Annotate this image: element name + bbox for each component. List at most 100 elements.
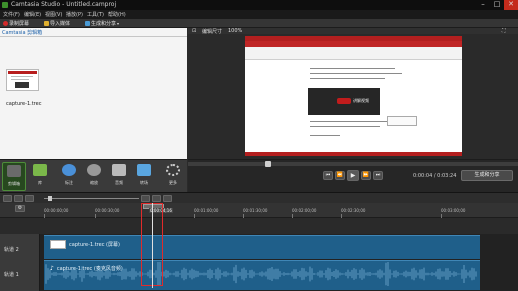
produce-share-button[interactable]: 生成和分享 ▾ [85,20,119,27]
timeline-zoom-slider[interactable] [44,196,139,201]
speaker-icon [112,164,126,176]
split-icon[interactable] [163,195,172,202]
share-icon [85,21,90,26]
tool-label: 剪辑箱 [8,181,20,186]
tool-zoom[interactable]: 缩放 [82,162,106,191]
tool-audio[interactable]: 音频 [107,162,131,191]
ruler-mark [44,214,45,218]
ruler-tick: 00:03:00;00 [441,208,466,213]
zoom-slider-handle[interactable] [48,196,52,201]
next-clip-button[interactable]: ⏭ [373,171,383,180]
timeline-toolbar [0,192,518,203]
ruler-tick: 00:01:30;00 [243,208,268,213]
doc-text-line [310,135,340,136]
menu-edit[interactable]: 编辑(E) [24,11,41,18]
record-screen-button[interactable]: 录制屏幕 [3,20,29,27]
ruler-mark [243,214,244,218]
clip-bin-header: Camtasia 剪辑箱 [2,30,43,36]
doc-embedded-video: 讲解视频 [308,88,380,115]
playhead-line[interactable] [152,203,153,288]
more-icon [166,164,180,176]
close-button[interactable]: ✕ [504,0,518,10]
thumb-ribbon [8,71,37,74]
doc-text-line [310,78,385,79]
menu-tools[interactable]: 工具(T) [87,11,104,18]
ruler-tick: 00:00:00;00 [44,208,69,213]
playback-time: 0:00:04 / 0:03:24 [413,173,457,179]
ruler-mark [441,214,442,218]
zoom-level[interactable]: 100% [228,28,242,34]
paste-icon[interactable] [152,195,161,202]
ruler-mark [95,214,96,218]
menu-file[interactable]: 文件(F) [3,11,20,18]
undo-icon[interactable] [3,195,12,202]
edit-dimensions-button[interactable]: 编辑尺寸 [202,28,222,35]
ruler-tick: 00:01:00;00 [194,208,219,213]
crop-icon[interactable]: ⊡ [192,28,196,34]
track-name: 轨道 1 [4,272,19,278]
scrubber-handle[interactable] [265,161,271,167]
main-toolbar: 录制屏幕 导入媒体 生成和分享 ▾ [0,19,518,28]
tool-label: 转场 [140,180,148,185]
tool-transitions[interactable]: 转场 [132,162,156,191]
produce-and-share-button[interactable]: 生成和分享 [461,170,513,181]
clip-thumbnail[interactable] [6,69,39,91]
thumb-video-block [15,82,29,88]
preview-scrubber[interactable] [188,161,518,167]
fast-forward-button[interactable]: ⏩ [361,171,371,180]
clip-name[interactable]: capture-1.trec [6,101,41,107]
cut-icon[interactable] [25,195,34,202]
tool-label: 标注 [65,180,73,185]
callout-icon [62,164,76,176]
tool-library[interactable]: 库 [28,162,52,191]
menu-bar: 文件(F) 编辑(E) 视图(V) 播放(P) 工具(T) 帮助(H) [0,10,518,19]
preview-panel: ⊡ 编辑尺寸 100% ⛶ 讲解视频 [188,28,518,159]
doc-text-line [310,73,402,74]
tool-label: 缩放 [90,180,98,185]
tool-label: 库 [38,180,42,185]
redo-icon[interactable] [14,195,23,202]
divider [0,36,187,37]
previous-clip-button[interactable]: ⏮ [323,171,333,180]
thumb-text-line [11,79,29,80]
doc-floating-toolbar [387,116,417,126]
produce-share-label: 生成和分享 [91,21,117,27]
rewind-button[interactable]: ⏪ [335,171,345,180]
film-icon [7,165,21,177]
doc-text-line [310,68,395,69]
player-controls: ⏮ ⏪ ▶ ⏩ ⏭ 0:00:04 / 0:03:24 生成和分享 [188,159,518,192]
track-header[interactable]: 轨道 1 [0,259,40,291]
minimize-button[interactable]: – [476,0,490,10]
play-button[interactable]: ▶ [347,170,359,181]
copy-icon[interactable] [141,195,150,202]
record-screen-label: 录制屏幕 [9,21,30,27]
tool-callouts[interactable]: 标注 [57,162,81,191]
folder-icon [44,21,49,26]
tool-more[interactable]: 更多 [161,162,185,191]
thumb-text-line [11,76,33,77]
audio-waveform [45,262,477,286]
tool-label: 音频 [115,180,123,185]
ruler-tick: 00:02:30;00 [341,208,366,213]
ruler-tick: 00:00:30;00 [95,208,120,213]
tool-clip-bin[interactable]: 剪辑箱 [2,162,26,191]
fullscreen-icon[interactable]: ⛶ [502,28,506,34]
menu-view[interactable]: 视图(V) [45,11,62,18]
menu-play[interactable]: 播放(P) [66,11,83,18]
maximize-button[interactable]: □ [490,0,504,10]
gear-icon[interactable]: ⚙ [15,205,25,212]
tool-label: 更多 [169,180,177,185]
timeline-ruler[interactable]: ⚙ 00:00:00;00 00:00:30;00 00:01:00;00 00… [0,203,518,218]
video-label: 讲解视频 [353,98,369,103]
ruler-mark [194,214,195,218]
camtasia-window: Camtasia Studio - Untitled.camproj – □ ✕… [0,0,518,291]
window-title: Camtasia Studio - Untitled.camproj [11,1,117,8]
transition-icon [137,164,151,176]
clip-label-row: capture-1.trec (屏幕) [50,240,120,249]
library-icon [33,164,47,176]
preview-canvas[interactable]: 讲解视频 [245,36,462,156]
doc-text-line [310,126,380,127]
import-media-button[interactable]: 导入媒体 [44,20,70,27]
menu-help[interactable]: 帮助(H) [108,11,126,18]
record-icon [3,21,8,26]
